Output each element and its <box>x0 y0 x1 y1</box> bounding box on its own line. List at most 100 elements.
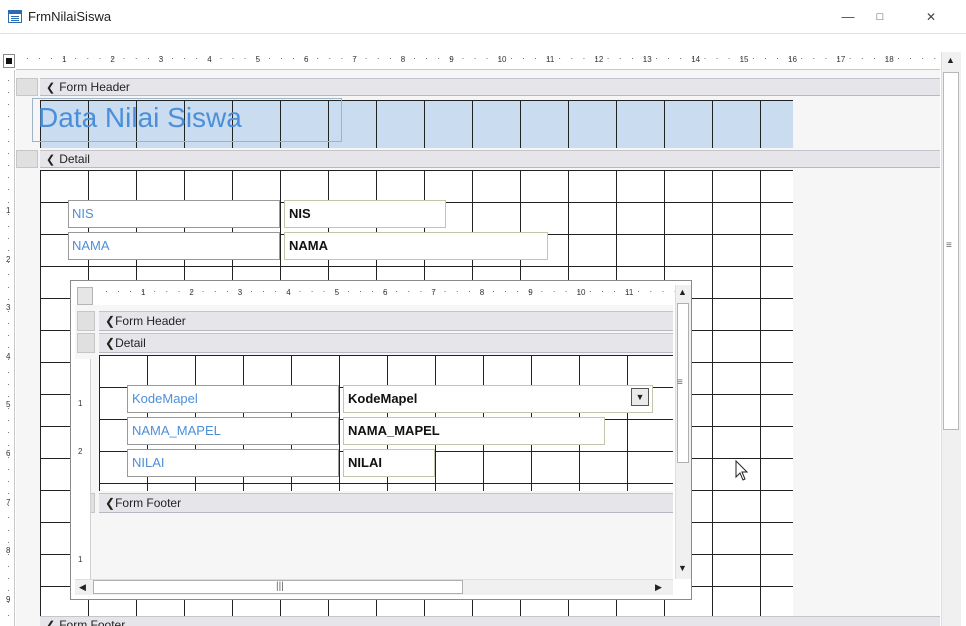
main-vertical-scroll-thumb[interactable] <box>943 72 959 430</box>
nama-mapel-label[interactable]: NAMA_MAPEL <box>127 417 339 445</box>
ruler-tick: · <box>268 54 271 63</box>
subform-section-bar-header[interactable]: ❮Form Header <box>99 311 673 331</box>
close-button[interactable]: ✕ <box>918 6 944 28</box>
ruler-tick: · <box>576 287 580 296</box>
ruler-tick: · <box>594 54 598 63</box>
nis-textbox[interactable]: NIS <box>284 200 446 228</box>
dropdown-arrow-icon[interactable]: ▼ <box>631 388 649 406</box>
ruler-tick: · <box>359 287 362 296</box>
ruler-tick: · <box>243 54 247 63</box>
ruler-tick: · <box>618 54 622 63</box>
subform-horizontal-ruler[interactable]: 1 2 3 4 5 6 7 8 9 10 11 · · · · · · · · · · · · · · · · · · · · · · · · · · ·… <box>95 285 675 305</box>
horizontal-ruler[interactable]: 1 2 3 4 5 6 7 8 9 10 11 12 13 14 15 16 17 18 · · · · · · · · · · · · ·… <box>16 52 940 70</box>
ruler-tick: · <box>7 464 10 474</box>
scroll-up-icon[interactable]: ▲ <box>946 55 955 65</box>
ruler-tick: · <box>86 54 90 63</box>
ruler-tick: · <box>897 54 900 63</box>
subform-header-selector[interactable] <box>77 311 95 331</box>
ruler-tick: · <box>219 54 223 63</box>
section-arrow-icon: ❮ <box>46 620 56 626</box>
scroll-right-icon[interactable]: ▶ <box>655 582 662 593</box>
nis-label[interactable]: NIS <box>68 200 280 228</box>
scroll-left-icon[interactable]: ◀ <box>79 582 86 593</box>
ruler-tick: · <box>226 287 229 296</box>
ruler-tick: · <box>873 54 876 63</box>
ruler-tick: · <box>364 54 368 63</box>
ruler-tick: · <box>134 54 138 63</box>
kodemapel-label[interactable]: KodeMapel <box>127 385 339 413</box>
ruler-tick: · <box>606 54 610 63</box>
ruler-tick: · <box>7 246 10 256</box>
ruler-tick: · <box>292 54 295 63</box>
ruler-tick: · <box>413 54 416 63</box>
ruler-tick: · <box>38 54 41 63</box>
ruler-tick: · <box>419 287 423 296</box>
header-selector[interactable] <box>16 78 38 96</box>
ruler-tick: · <box>443 287 447 296</box>
section-label: Form Footer <box>59 618 126 626</box>
window-title: FrmNilaiSiswa <box>28 9 112 24</box>
section-bar-form-header[interactable]: ❮ Form Header <box>40 78 940 96</box>
subform-vertical-ruler[interactable]: 1 2 1 <box>73 359 91 579</box>
ruler-tick: · <box>643 54 646 63</box>
subform-selector[interactable] <box>77 287 93 305</box>
section-label: Form Header <box>59 80 130 94</box>
section-arrow-icon: ❮ <box>46 82 56 94</box>
ruler-tick: · <box>564 287 568 296</box>
section-bar-form-footer[interactable]: ❮ Form Footer <box>40 616 940 626</box>
maximize-button[interactable]: □ <box>867 6 893 28</box>
ruler-tick: · <box>147 54 150 63</box>
subform-control[interactable]: 1 2 3 4 5 6 7 8 9 10 11 · · · · · · · · · · · · · · · · · · · · · · · · · · ·… <box>70 280 692 600</box>
subform-section-bar-footer[interactable]: ❮Form Footer <box>99 493 673 513</box>
nama-mapel-textbox[interactable]: NAMA_MAPEL <box>343 417 605 445</box>
ruler-tick: · <box>836 54 840 63</box>
section-label: Detail <box>59 152 90 166</box>
ruler-tick: · <box>304 54 307 63</box>
nilai-label[interactable]: NILAI <box>127 449 339 477</box>
ruler-tick: · <box>274 287 278 296</box>
nama-textbox[interactable]: NAMA <box>284 232 548 260</box>
section-bar-detail[interactable]: ❮ Detail <box>40 150 940 168</box>
nilai-textbox[interactable]: NILAI <box>343 449 435 477</box>
ruler-tick: · <box>50 54 53 63</box>
vertical-ruler[interactable]: 1 2 3 4 5 6 7 8 9 · · · · · · · · · · · · · · · · · · · · · · · · · · · · · · ·… <box>3 70 15 626</box>
detail-selector[interactable] <box>16 150 38 168</box>
grip-icon: ||| <box>276 581 284 592</box>
kodemapel-combobox[interactable]: KodeMapel <box>343 385 653 413</box>
ruler-tick: · <box>522 54 525 63</box>
ruler-tick: · <box>437 54 441 63</box>
ruler-tick: · <box>7 124 10 134</box>
ruler-tick: · <box>7 574 10 584</box>
subform-vruler-label: 1 <box>78 555 83 564</box>
subform-detail-selector[interactable] <box>77 333 95 353</box>
subform-vruler-label: 2 <box>78 447 83 456</box>
ruler-tick: · <box>933 54 937 63</box>
ruler-tick: · <box>7 112 10 122</box>
ruler-tick: · <box>371 287 374 296</box>
ruler-tick: · <box>316 54 320 63</box>
ruler-tick: · <box>691 54 695 63</box>
ruler-tick: · <box>7 525 10 535</box>
section-label: Form Header <box>115 314 186 328</box>
subform-section-bar-detail[interactable]: ❮Detail <box>99 333 673 353</box>
section-label: Detail <box>115 336 146 350</box>
ruler-tick: · <box>727 54 731 63</box>
form-icon <box>8 10 22 23</box>
minimize-button[interactable]: — <box>835 6 861 28</box>
page-title[interactable]: Data Nilai Siswa <box>38 102 242 134</box>
ruler-tick: · <box>159 54 162 63</box>
ruler-tick: · <box>776 54 779 63</box>
scroll-up-icon[interactable]: ▲ <box>678 287 687 297</box>
ruler-tick: · <box>7 391 10 401</box>
form-selector[interactable] <box>3 54 15 68</box>
scroll-down-icon[interactable]: ▼ <box>678 563 687 573</box>
ruler-tick: · <box>764 54 767 63</box>
ruler-tick: · <box>552 287 556 296</box>
ruler-tick: · <box>7 233 10 243</box>
ruler-tick: · <box>7 428 10 438</box>
ruler-tick: · <box>7 367 10 377</box>
nama-label[interactable]: NAMA <box>68 232 280 260</box>
ruler-tick: · <box>322 287 326 296</box>
ruler-tick: · <box>122 54 126 63</box>
ruler-tick: · <box>238 287 241 296</box>
